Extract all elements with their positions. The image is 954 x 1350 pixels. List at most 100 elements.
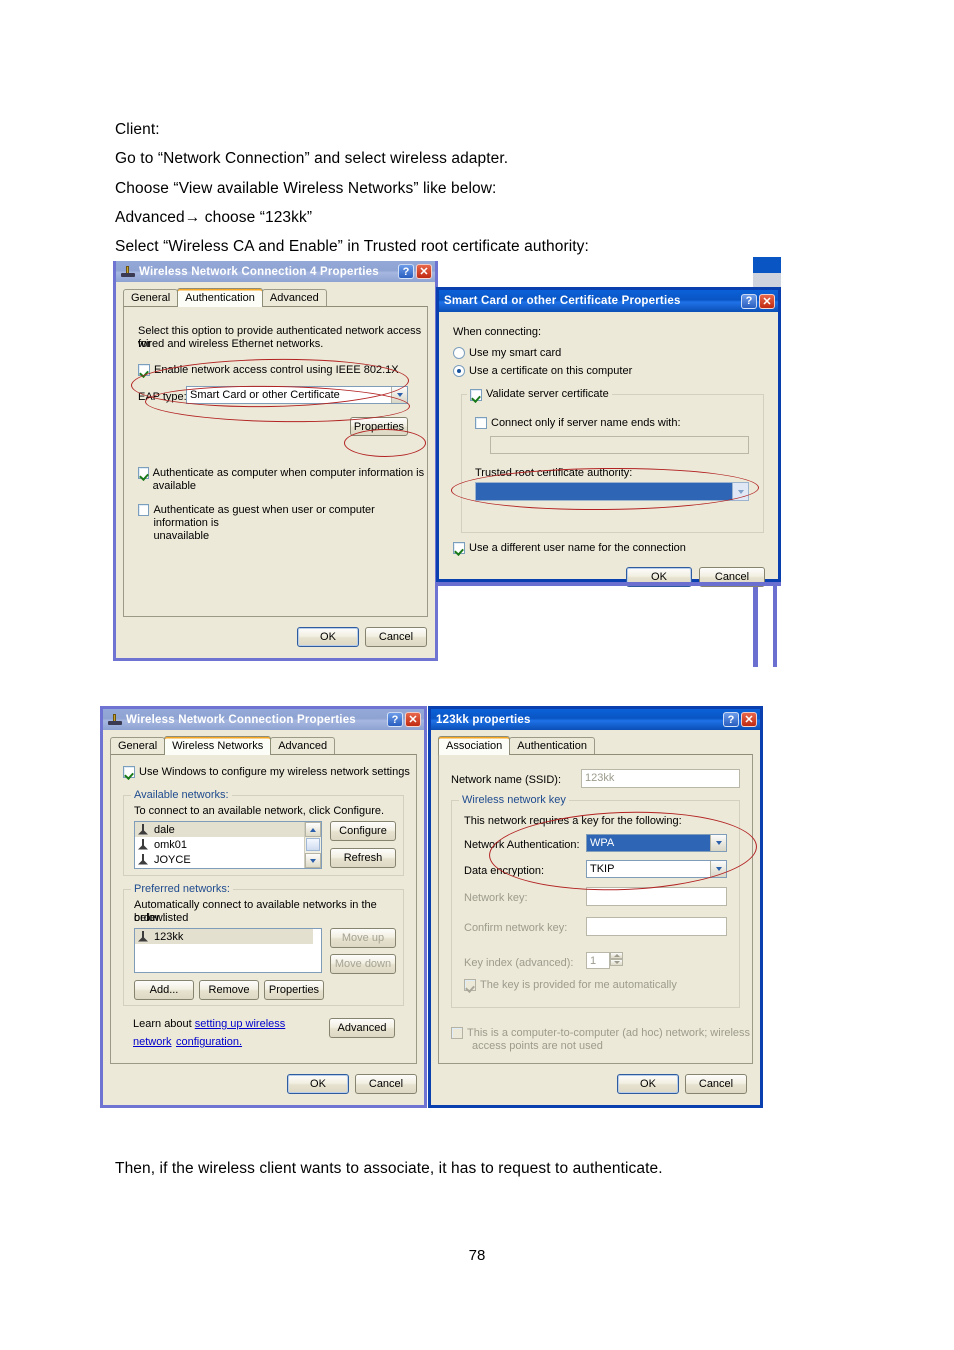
checkbox-enable-8021x[interactable]: Enable network access control using IEEE… bbox=[138, 364, 399, 377]
scroll-down-icon[interactable] bbox=[305, 853, 321, 868]
close-icon[interactable]: ✕ bbox=[405, 712, 421, 727]
checkbox-label-wrap: Authenticate as guest when user or compu… bbox=[153, 504, 427, 543]
titlebar[interactable]: Wireless Network Connection Properties ?… bbox=[103, 709, 424, 730]
titlebar[interactable]: Wireless Network Connection 4 Properties… bbox=[116, 261, 435, 282]
checkbox-box[interactable] bbox=[123, 766, 135, 778]
tab-advanced[interactable]: Advanced bbox=[270, 737, 336, 754]
tabstrip[interactable]: General Authentication Advanced bbox=[116, 287, 435, 307]
titlebar-buttons[interactable]: ? ✕ bbox=[387, 712, 421, 727]
titlebar[interactable]: 123kk properties ? ✕ bbox=[431, 709, 760, 730]
remove-button[interactable]: Remove bbox=[199, 980, 259, 1000]
learn-link-line2[interactable]: configuration. bbox=[176, 1036, 242, 1049]
tab-wireless-networks[interactable]: Wireless Networks bbox=[164, 736, 272, 755]
checkbox-box[interactable] bbox=[475, 417, 487, 429]
advanced-button[interactable]: Advanced bbox=[329, 1018, 395, 1038]
help-button[interactable]: ? bbox=[723, 712, 739, 727]
ok-button[interactable]: OK bbox=[297, 627, 359, 647]
eap-type-combobox[interactable]: Smart Card or other Certificate bbox=[186, 386, 408, 404]
tab-authentication[interactable]: Authentication bbox=[177, 288, 263, 307]
properties-button[interactable]: Properties bbox=[350, 417, 408, 436]
titlebar[interactable]: Smart Card or other Certificate Properti… bbox=[439, 290, 778, 312]
chevron-down-icon[interactable] bbox=[710, 861, 726, 877]
confirm-network-key-input[interactable] bbox=[586, 917, 727, 936]
spinner-buttons[interactable] bbox=[610, 952, 623, 969]
help-button[interactable]: ? bbox=[741, 293, 757, 309]
network-key-input[interactable] bbox=[586, 887, 727, 906]
tab-general[interactable]: General bbox=[110, 737, 166, 754]
help-button[interactable]: ? bbox=[387, 712, 403, 727]
move-up-button[interactable]: Move up bbox=[330, 928, 396, 948]
chevron-down-icon[interactable] bbox=[710, 835, 726, 851]
checkbox-label-line2: access points are not used bbox=[472, 1040, 603, 1052]
scrollbar-thumb[interactable] bbox=[306, 838, 320, 851]
checkbox-box[interactable] bbox=[138, 467, 149, 479]
tab-authentication[interactable]: Authentication bbox=[509, 737, 595, 754]
tab-general[interactable]: General bbox=[123, 289, 179, 306]
titlebar-buttons[interactable]: ? ✕ bbox=[398, 264, 432, 279]
list-item-label: omk01 bbox=[154, 838, 188, 851]
tabstrip[interactable]: Association Authentication bbox=[431, 735, 760, 755]
help-button[interactable]: ? bbox=[398, 264, 414, 279]
close-icon[interactable]: ✕ bbox=[416, 264, 432, 279]
titlebar-buttons[interactable]: ? ✕ bbox=[723, 712, 757, 727]
configure-button[interactable]: Configure bbox=[330, 821, 396, 841]
ok-button[interactable]: OK bbox=[287, 1074, 349, 1094]
checkbox-authenticate-as-computer[interactable]: Authenticate as computer when computer i… bbox=[138, 467, 427, 493]
properties-button[interactable]: Properties bbox=[264, 980, 324, 1000]
add-button[interactable]: Add... bbox=[134, 980, 194, 1000]
checkbox-authenticate-as-guest[interactable]: Authenticate as guest when user or compu… bbox=[138, 504, 427, 543]
spinner-up-icon[interactable] bbox=[610, 952, 623, 959]
titlebar-buttons[interactable]: ? ✕ bbox=[741, 293, 775, 309]
checkbox-box[interactable] bbox=[453, 542, 465, 554]
close-icon[interactable]: ✕ bbox=[741, 712, 757, 727]
tab-association[interactable]: Association bbox=[438, 736, 511, 755]
preferred-networks-listbox[interactable]: 123kk bbox=[134, 928, 322, 973]
tabstrip[interactable]: General Wireless Networks Advanced bbox=[103, 735, 424, 755]
checkbox-connect-only-if-server-name[interactable]: Connect only if server name ends with: bbox=[475, 417, 681, 430]
radio-use-my-smart-card[interactable]: Use my smart card bbox=[453, 347, 561, 360]
move-down-button[interactable]: Move down bbox=[330, 954, 396, 974]
cancel-button[interactable]: Cancel bbox=[355, 1074, 417, 1094]
radio-use-certificate-on-computer[interactable]: Use a certificate on this computer bbox=[453, 365, 632, 378]
checkbox-box[interactable] bbox=[470, 388, 482, 401]
window-smart-card-or-other-certificate-properties[interactable]: Smart Card or other Certificate Properti… bbox=[436, 287, 781, 587]
chevron-down-icon[interactable] bbox=[391, 387, 407, 403]
refresh-button[interactable]: Refresh bbox=[330, 848, 396, 868]
trusted-root-combobox[interactable] bbox=[475, 482, 749, 501]
data-encryption-combobox[interactable]: TKIP bbox=[586, 860, 727, 878]
preferred-hint-line1: Automatically connect to available netwo… bbox=[134, 899, 377, 924]
checkbox-box[interactable] bbox=[464, 979, 476, 991]
checkbox-ad-hoc-network[interactable]: This is a computer-to-computer (ad hoc) … bbox=[451, 1027, 750, 1053]
server-name-input[interactable] bbox=[490, 436, 749, 454]
cancel-button[interactable]: Cancel bbox=[365, 627, 427, 647]
ok-button[interactable]: OK bbox=[617, 1074, 679, 1094]
listbox-scrollbar[interactable] bbox=[304, 822, 321, 868]
list-item[interactable]: omk01 bbox=[135, 837, 321, 852]
checkbox-validate-server-certificate[interactable]: Validate server certificate bbox=[467, 388, 612, 401]
window-wireless-network-connection-properties[interactable]: Wireless Network Connection Properties ?… bbox=[100, 706, 427, 1108]
network-authentication-combobox[interactable]: WPA bbox=[586, 834, 727, 852]
key-index-stepper[interactable]: 1 bbox=[586, 952, 623, 969]
radio-circle[interactable] bbox=[453, 347, 465, 359]
checkbox-use-windows-to-configure[interactable]: Use Windows to configure my wireless net… bbox=[123, 766, 410, 779]
checkbox-box[interactable] bbox=[138, 364, 150, 376]
cancel-button[interactable]: Cancel bbox=[685, 1074, 747, 1094]
ssid-input[interactable]: 123kk bbox=[581, 769, 740, 788]
list-item[interactable]: 123kk bbox=[135, 929, 313, 944]
checkbox-box[interactable] bbox=[138, 504, 150, 516]
list-item[interactable]: dale bbox=[135, 822, 321, 837]
checkbox-use-different-user-name[interactable]: Use a different user name for the connec… bbox=[453, 542, 686, 555]
scroll-up-icon[interactable] bbox=[305, 822, 321, 837]
list-item[interactable]: JOYCE bbox=[135, 852, 321, 867]
window-wireless-network-connection-4-properties[interactable]: Wireless Network Connection 4 Properties… bbox=[113, 261, 438, 661]
close-icon[interactable]: ✕ bbox=[759, 293, 775, 309]
chevron-down-icon[interactable] bbox=[732, 483, 748, 500]
radio-circle[interactable] bbox=[453, 365, 465, 377]
available-networks-listbox[interactable]: dale omk01 JOYCE bbox=[134, 821, 322, 869]
window-123kk-properties[interactable]: 123kk properties ? ✕ Association Authent… bbox=[428, 706, 763, 1108]
tab-advanced[interactable]: Advanced bbox=[261, 289, 327, 306]
checkbox-key-provided-automatically[interactable]: The key is provided for me automatically bbox=[464, 979, 677, 992]
checkbox-box[interactable] bbox=[451, 1027, 463, 1039]
spinner-down-icon[interactable] bbox=[610, 959, 623, 966]
key-index-value[interactable]: 1 bbox=[586, 952, 610, 969]
